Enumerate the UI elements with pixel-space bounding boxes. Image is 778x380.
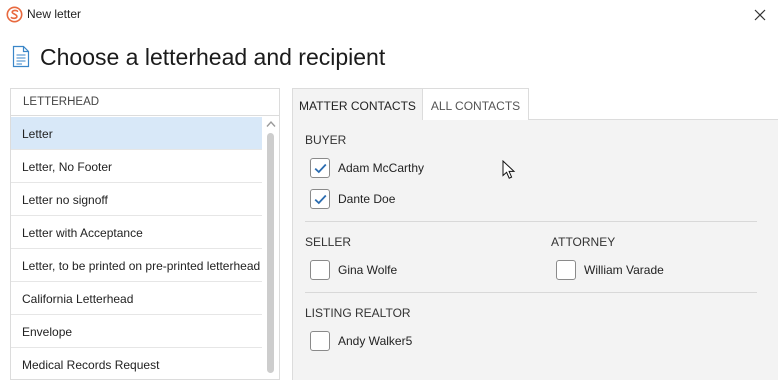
- scroll-thumb[interactable]: [267, 133, 274, 373]
- contact-name: Adam McCarthy: [338, 161, 425, 175]
- contact-name: William Varade: [584, 263, 664, 277]
- close-icon[interactable]: [754, 9, 766, 21]
- letterhead-item[interactable]: Letter, No Footer: [11, 150, 262, 183]
- contact-name: Dante Doe: [338, 192, 396, 206]
- contact-andy-walker5[interactable]: Andy Walker5: [310, 331, 510, 353]
- contact-adam-mccarthy[interactable]: Adam McCarthy: [310, 158, 510, 180]
- tab-matter-contacts[interactable]: MATTER CONTACTS: [292, 88, 423, 120]
- document-icon: [12, 45, 30, 68]
- letterhead-item[interactable]: Envelope: [11, 315, 262, 348]
- window-title: New letter: [27, 7, 82, 21]
- tab-all-contacts[interactable]: ALL CONTACTS: [422, 88, 529, 120]
- letterhead-scrollbar[interactable]: [263, 117, 279, 379]
- letterhead-item[interactable]: California Letterhead: [11, 282, 262, 315]
- letterhead-header: LETTERHEAD: [11, 89, 279, 116]
- contact-checkbox[interactable]: [310, 158, 330, 178]
- contact-dante-doe[interactable]: Dante Doe: [310, 189, 510, 211]
- contact-checkbox[interactable]: [556, 260, 576, 280]
- contact-william-varade[interactable]: William Varade: [556, 260, 756, 282]
- letterhead-item[interactable]: Letter: [11, 117, 262, 150]
- page-title: Choose a letterhead and recipient: [40, 44, 386, 70]
- letterhead-item[interactable]: Medical Records Request: [11, 348, 262, 379]
- scroll-up-arrow-icon[interactable]: [266, 120, 276, 128]
- contact-checkbox[interactable]: [310, 189, 330, 209]
- app-logo-icon: [6, 6, 23, 23]
- contact-gina-wolfe[interactable]: Gina Wolfe: [310, 260, 510, 282]
- checkmark-icon: [314, 163, 327, 174]
- letterhead-list: Letter Letter, No Footer Letter no signo…: [11, 117, 262, 379]
- title-bar: New letter: [0, 0, 778, 30]
- group-divider: [305, 221, 757, 222]
- close-button[interactable]: [746, 2, 774, 28]
- group-label-attorney: ATTORNEY: [551, 235, 616, 249]
- checkmark-icon: [314, 194, 327, 205]
- contacts-panel: BUYER Adam McCarthy Dante Doe SELLER ATT…: [292, 119, 778, 380]
- mouse-cursor-icon: [502, 160, 516, 179]
- group-label-seller: SELLER: [305, 235, 352, 249]
- group-divider: [305, 292, 757, 293]
- letterhead-item[interactable]: Letter with Acceptance: [11, 216, 262, 249]
- contact-name: Andy Walker5: [338, 334, 413, 348]
- letterhead-panel: LETTERHEAD Letter Letter, No Footer Lett…: [10, 88, 280, 380]
- contact-checkbox[interactable]: [310, 331, 330, 351]
- group-label-buyer: BUYER: [305, 133, 347, 147]
- letterhead-item[interactable]: Letter no signoff: [11, 183, 262, 216]
- contact-name: Gina Wolfe: [338, 263, 398, 277]
- group-label-listing-realtor: LISTING REALTOR: [305, 306, 411, 320]
- contact-checkbox[interactable]: [310, 260, 330, 280]
- letterhead-item[interactable]: Letter, to be printed on pre-printed let…: [11, 249, 262, 282]
